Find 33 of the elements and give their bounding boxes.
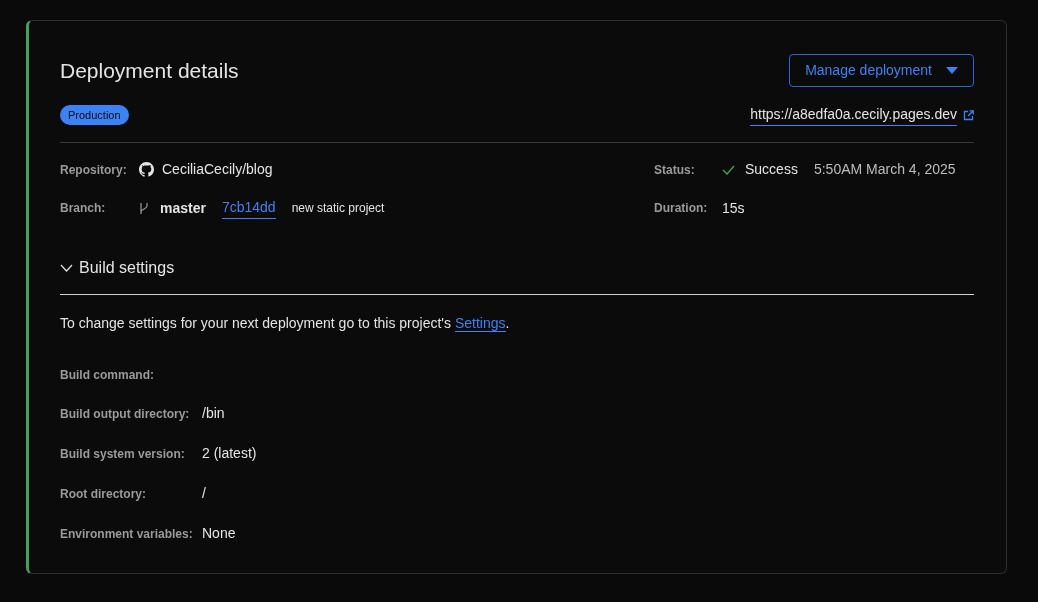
setting-value: /bin	[202, 404, 226, 423]
field-label: Branch:	[60, 200, 107, 217]
manage-deployment-button[interactable]: Manage deployment	[789, 54, 974, 87]
commit-message: new static project	[291, 200, 385, 217]
setting-label: Root directory:	[60, 485, 147, 503]
field-label: Repository:	[60, 161, 128, 179]
caret-icon	[946, 67, 958, 74]
environment-badge: Production	[60, 104, 129, 126]
field-label: Status:	[654, 161, 696, 179]
branch-name: master	[160, 198, 206, 218]
repository-name: CeciliaCecily/blog	[162, 160, 273, 179]
setting-value: 2 (latest)	[202, 444, 258, 463]
commit-link[interactable]: 7cb14dd	[221, 197, 276, 219]
chevron-down-icon	[60, 264, 73, 272]
check-icon	[722, 164, 735, 175]
branch-icon	[139, 201, 149, 215]
status-text: Success	[745, 160, 798, 179]
setting-value: /	[202, 484, 207, 503]
setting-label: Build command:	[60, 367, 155, 384]
field-label: Duration:	[654, 200, 709, 217]
settings-link[interactable]: Settings	[454, 315, 506, 332]
settings-note: To change settings for your next deployment go to this project's Settings.	[60, 314, 511, 334]
build-settings-toggle[interactable]: Build settings	[60, 256, 175, 280]
setting-value: None	[202, 524, 237, 543]
setting-label: Build output directory:	[60, 405, 191, 423]
duration-value: 15s	[722, 198, 745, 218]
status-time: 5:50AM March 4, 2025	[813, 160, 956, 179]
github-icon	[139, 162, 154, 177]
deployment-url-link[interactable]: https://a8edfa0a.cecily.pages.dev	[750, 104, 957, 126]
setting-label: Environment variables:	[60, 525, 194, 543]
card-title: Deployment details	[60, 57, 239, 84]
setting-label: Build system version:	[60, 445, 186, 463]
external-link-icon	[963, 109, 974, 121]
